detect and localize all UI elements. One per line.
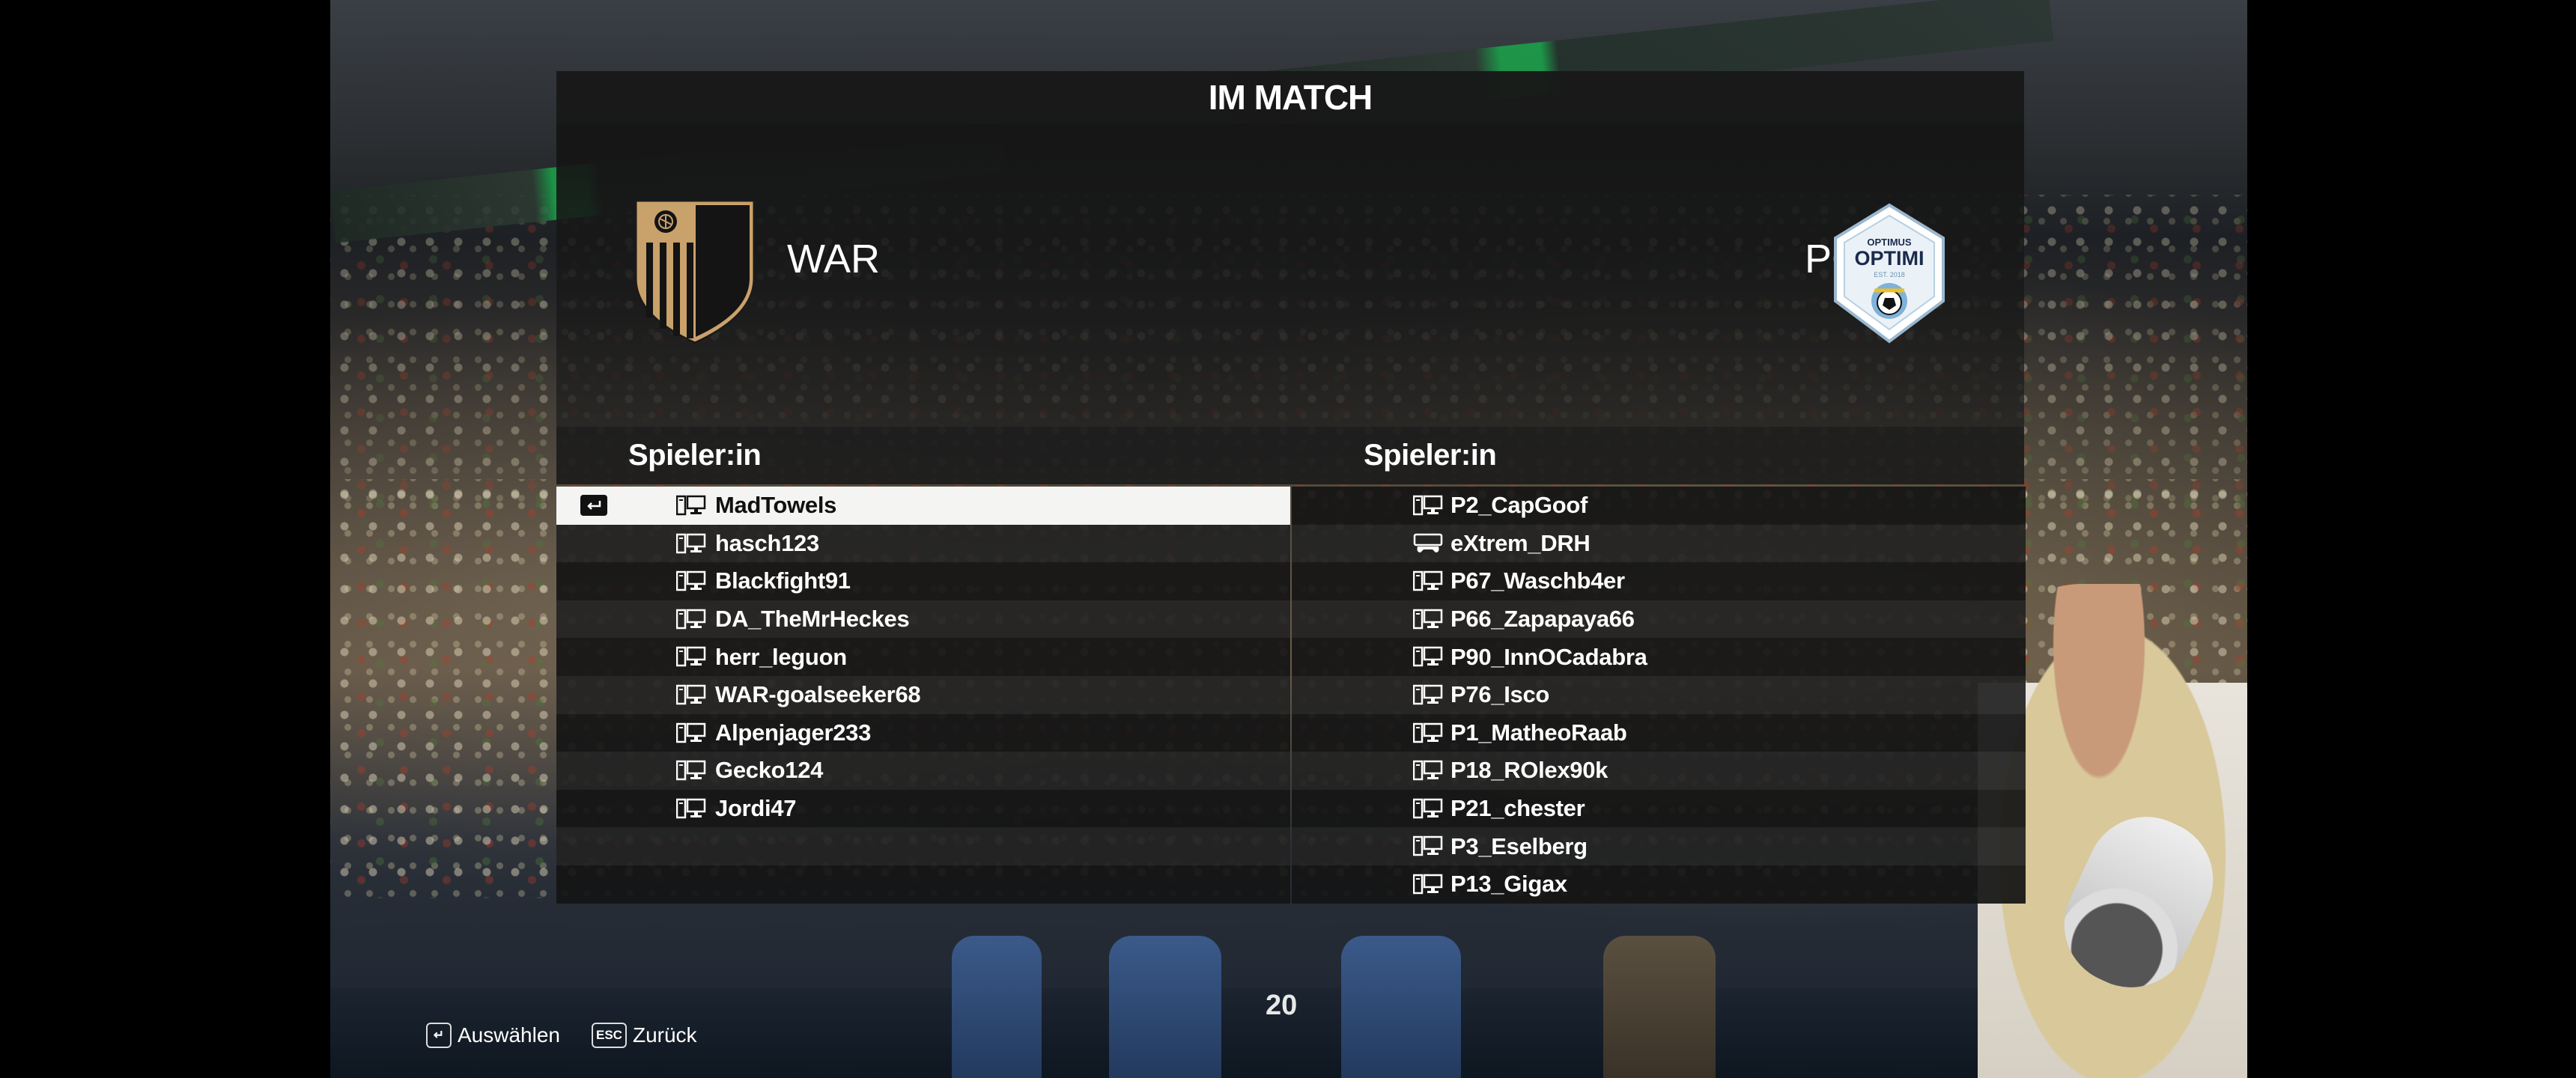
player-row[interactable]: P66_Zapapaya66	[1292, 600, 2026, 639]
home-player-list: MadTowels hasch123 Blackfight91 DA_TheMrHec…	[556, 487, 1290, 904]
home-team-name: WAR	[787, 237, 880, 281]
pc-icon	[1412, 495, 1443, 516]
optimus-optimi-crest-icon: OPTIMUS OPTIMI EST. 2018	[1834, 203, 1945, 344]
pc-icon	[675, 570, 706, 591]
player-row[interactable]: P18_ROlex90k	[1292, 752, 2026, 790]
pc-icon	[675, 722, 706, 743]
console-icon	[1413, 533, 1443, 554]
select-hint[interactable]: ↵ Auswählen	[426, 1022, 560, 1049]
esc-key-icon: ESC	[592, 1023, 627, 1048]
back-hint[interactable]: ESC Zurück	[592, 1022, 697, 1049]
player-row[interactable]: WAR-goalseeker68	[556, 675, 1290, 714]
player-row[interactable]: Alpenjager233	[556, 713, 1290, 752]
match-panel: IM MATCH WAR PG OPTIMUS OPTIMI EST. 2018	[556, 71, 2026, 908]
player-row[interactable]: MadTowels	[556, 487, 1290, 525]
player-row[interactable]: P21_chester	[1292, 789, 2026, 828]
pc-icon	[1412, 798, 1443, 819]
pc-icon	[1412, 760, 1443, 781]
player-name: P1_MatheoRaab	[1450, 719, 1627, 746]
crest-text-main: OPTIMI	[1855, 247, 1925, 270]
pc-icon	[675, 684, 706, 705]
empty-row	[556, 827, 1290, 865]
away-player-list: P2_CapGoof eXtrem_DRH P67_Waschb4er P66_Zap…	[1292, 487, 2026, 904]
crest-text-sub: EST. 2018	[1874, 271, 1905, 278]
pc-icon	[675, 495, 706, 516]
player-row[interactable]: Gecko124	[556, 752, 1290, 790]
player-name: P18_ROlex90k	[1450, 757, 1609, 784]
pc-icon	[1412, 684, 1443, 705]
player-row[interactable]: P2_CapGoof	[1292, 487, 2026, 525]
player-row[interactable]: P3_Eselberg	[1292, 827, 2026, 865]
background-kit-number: 20	[1266, 990, 1298, 1021]
player-name: P13_Gigax	[1450, 871, 1567, 898]
player-name: herr_leguon	[715, 643, 847, 670]
player-name: Jordi47	[715, 795, 797, 822]
player-name: Gecko124	[715, 757, 824, 784]
title-bar: IM MATCH	[556, 71, 2024, 124]
select-hint-label: Auswählen	[458, 1023, 560, 1047]
home-column-header-label: Spieler:in	[628, 439, 762, 472]
player-legs-1	[952, 936, 1042, 1078]
player-name: P90_InnOCadabra	[1450, 643, 1647, 670]
player-row[interactable]: P90_InnOCadabra	[1292, 638, 2026, 676]
player-row[interactable]: P1_MatheoRaab	[1292, 713, 2026, 752]
pc-icon	[1412, 570, 1443, 591]
away-column-header: Spieler:in	[1290, 427, 2024, 484]
match-header: WAR PG OPTIMUS OPTIMI EST. 2018	[556, 124, 2024, 427]
player-name: DA_TheMrHeckes	[715, 606, 910, 633]
player-legs-3	[1341, 936, 1461, 1078]
player-name: P76_Isco	[1450, 681, 1550, 708]
player-name: P3_Eselberg	[1450, 832, 1588, 859]
player-legs-2	[1109, 936, 1221, 1078]
player-row[interactable]: Jordi47	[556, 789, 1290, 828]
pc-icon	[1412, 835, 1443, 856]
player-row[interactable]: P76_Isco	[1292, 675, 2026, 714]
player-name: eXtrem_DRH	[1450, 529, 1591, 556]
player-row[interactable]: DA_TheMrHeckes	[556, 600, 1290, 639]
back-hint-label: Zurück	[632, 1023, 697, 1047]
player-legs-4	[1603, 936, 1716, 1078]
player-name: Alpenjager233	[715, 719, 872, 746]
pc-icon	[675, 609, 706, 630]
pc-icon	[1412, 646, 1443, 667]
player-row[interactable]: herr_leguon	[556, 638, 1290, 676]
player-name: hasch123	[715, 529, 819, 556]
pc-icon	[675, 760, 706, 781]
player-row[interactable]: P67_Waschb4er	[1292, 562, 2026, 600]
page-title: IM MATCH	[1208, 78, 1373, 117]
player-name: P21_chester	[1450, 795, 1585, 822]
away-column-header-label: Spieler:in	[1364, 439, 1497, 472]
pc-icon	[1412, 609, 1443, 630]
home-column-header: Spieler:in	[556, 427, 1290, 484]
player-name: P66_Zapapaya66	[1450, 606, 1635, 633]
player-name: P67_Waschb4er	[1450, 567, 1625, 594]
player-name: P2_CapGoof	[1450, 492, 1588, 519]
war-shield-crest-icon	[634, 199, 756, 344]
crest-text-top: OPTIMUS	[1867, 237, 1912, 248]
player-row[interactable]: eXtrem_DRH	[1292, 524, 2026, 563]
player-row[interactable]: Blackfight91	[556, 562, 1290, 600]
player-name: WAR-goalseeker68	[715, 681, 921, 708]
player-row[interactable]: P13_Gigax	[1292, 865, 2026, 904]
enter-key-icon: ↵	[426, 1023, 452, 1048]
pc-icon	[675, 646, 706, 667]
player-row[interactable]: hasch123	[556, 524, 1290, 563]
enter-key-icon	[580, 495, 607, 516]
player-name: Blackfight91	[715, 567, 851, 594]
player-name: MadTowels	[715, 492, 837, 519]
empty-row	[556, 865, 1290, 904]
pc-icon	[1412, 722, 1443, 743]
pc-icon	[675, 533, 706, 554]
pc-icon	[1412, 874, 1443, 895]
pc-icon	[675, 798, 706, 819]
